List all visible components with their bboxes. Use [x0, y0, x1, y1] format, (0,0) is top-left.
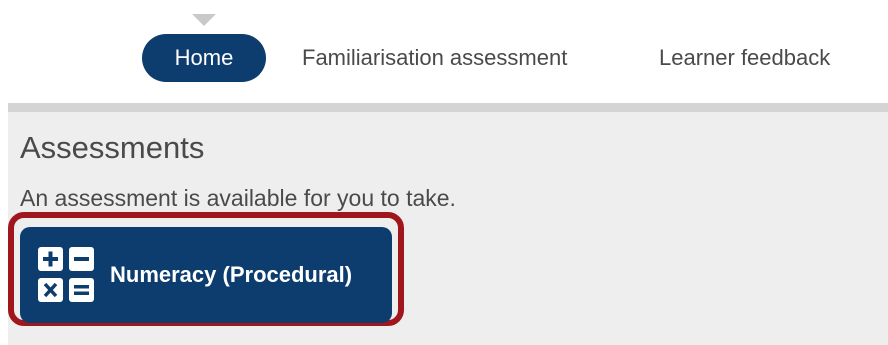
- numeracy-procedural-button[interactable]: Numeracy (Procedural): [20, 227, 392, 323]
- minus-icon: [69, 247, 94, 271]
- multiply-icon: [38, 278, 63, 302]
- active-indicator-caret: [192, 14, 216, 26]
- main-nav: Home Familiarisation assessment Learner …: [0, 34, 888, 82]
- nav-item-familiarisation-assessment[interactable]: Familiarisation assessment: [302, 34, 567, 82]
- section-divider: [8, 103, 888, 112]
- top-navigation-area: Home Familiarisation assessment Learner …: [0, 0, 888, 103]
- availability-message: An assessment is available for you to ta…: [20, 185, 456, 211]
- equals-icon: [69, 278, 94, 302]
- assessment-label: Numeracy (Procedural): [110, 262, 353, 287]
- panel-title: Assessments: [20, 130, 205, 165]
- plus-icon: [38, 247, 63, 271]
- assessments-panel: Assessments An assessment is available f…: [8, 112, 888, 345]
- calculator-icon: [38, 247, 98, 303]
- nav-item-learner-feedback[interactable]: Learner feedback: [659, 34, 830, 82]
- nav-item-home[interactable]: Home: [142, 34, 266, 82]
